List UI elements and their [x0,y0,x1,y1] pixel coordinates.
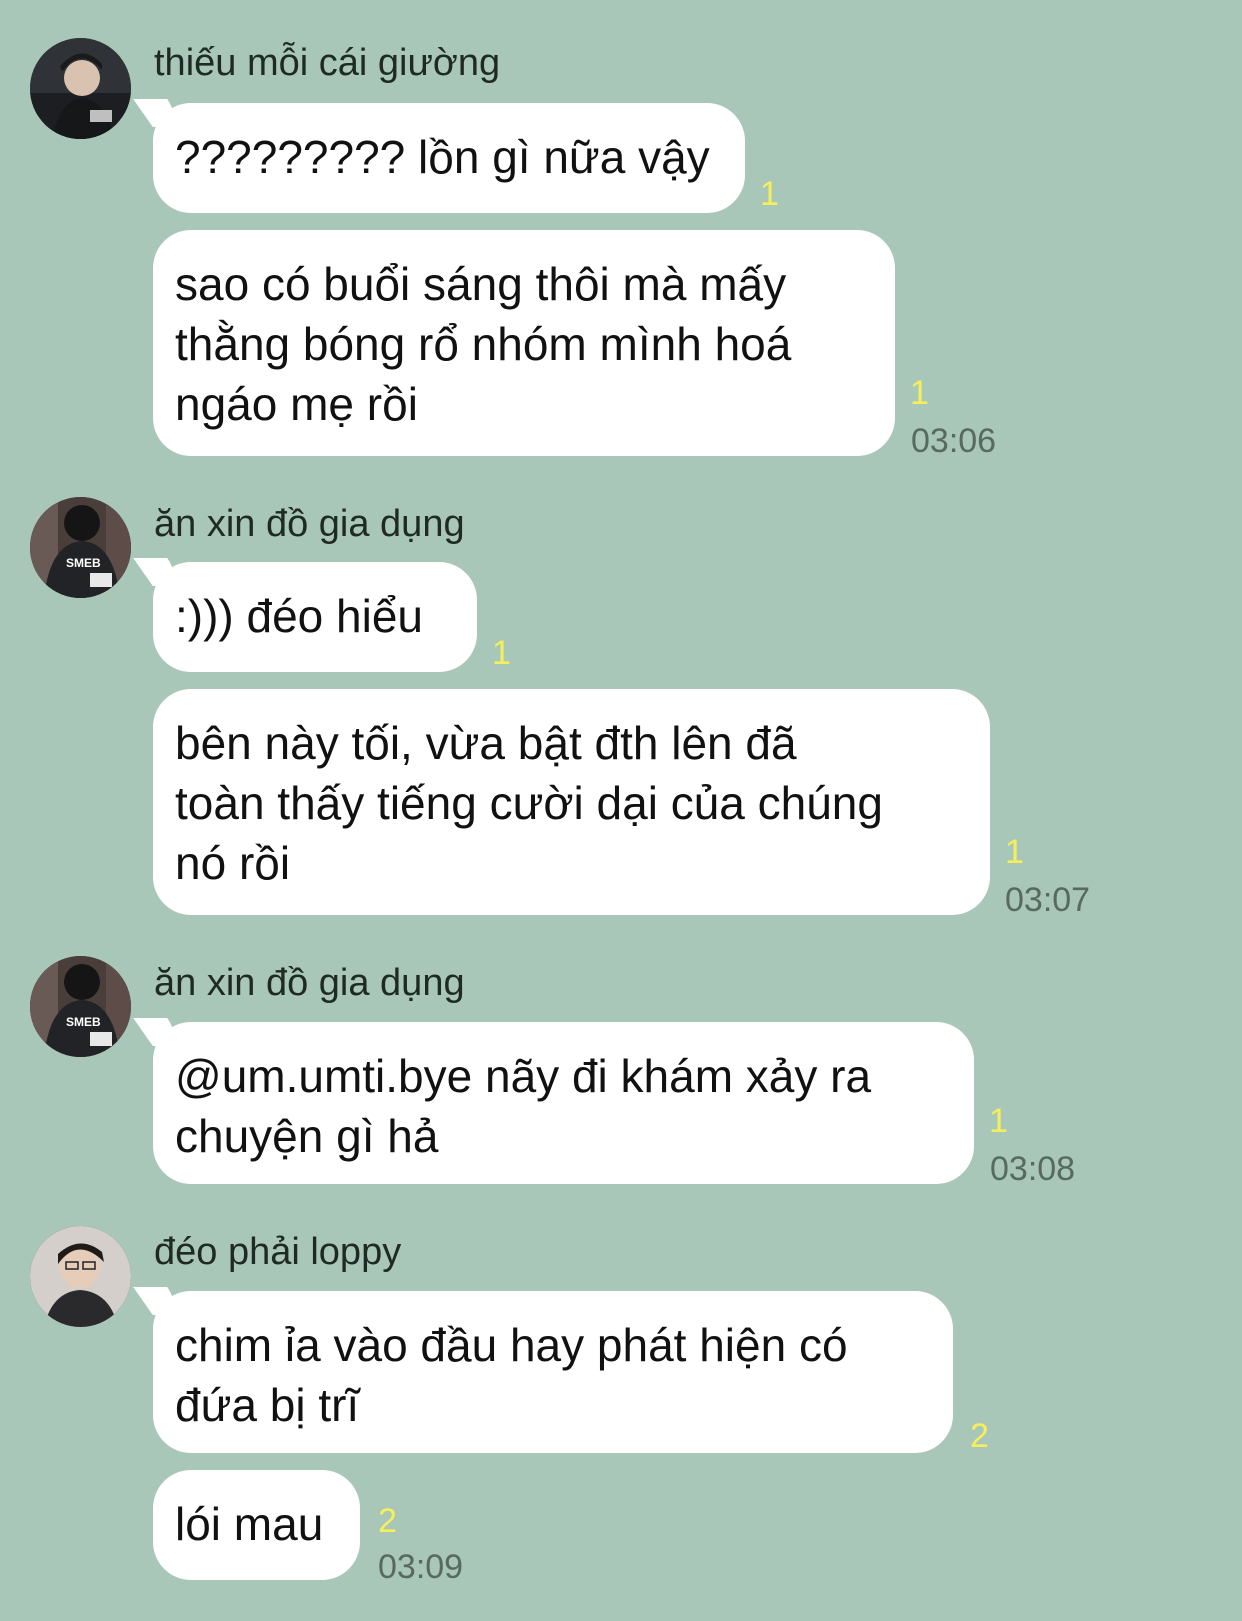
avatar[interactable]: SMEB [30,956,131,1057]
message-bubble[interactable]: ????????? lồn gì nữa vậy [153,103,745,213]
avatar-photo-icon [30,38,131,139]
avatar[interactable] [30,1226,131,1327]
read-count: 2 [378,1502,397,1540]
message-timestamp: 03:09 [378,1548,464,1586]
message-timestamp: 03:08 [990,1150,1076,1188]
message-timestamp: 03:06 [911,422,997,460]
avatar[interactable]: SMEB [30,497,131,598]
sender-name: thiếu mỗi cái giường [154,42,501,84]
message-bubble[interactable]: bên này tối, vừa bật đth lên đã toàn thấ… [153,689,990,915]
read-count: 1 [1005,833,1024,871]
sender-name: ăn xin đồ gia dụng [154,503,465,545]
read-count: 1 [760,175,779,213]
read-count: 1 [910,374,929,412]
message-bubble[interactable]: :))) đéo hiểu [153,562,477,672]
message-bubble[interactable]: chim ỉa vào đầu hay phát hiện có đứa bị … [153,1291,953,1453]
message-bubble[interactable]: @um.umti.bye nãy đi khám xảy ra chuyện g… [153,1022,974,1184]
message-bubble[interactable]: lói mau [153,1470,360,1580]
svg-text:SMEB: SMEB [66,1015,101,1029]
avatar[interactable] [30,38,131,139]
message-timestamp: 03:07 [1005,881,1091,919]
read-count: 1 [989,1102,1008,1140]
read-count: 2 [970,1417,989,1455]
avatar-photo-icon: SMEB [30,956,131,1057]
avatar-photo-icon [30,1226,131,1327]
avatar-photo-icon: SMEB [30,497,131,598]
svg-text:SMEB: SMEB [66,556,101,570]
sender-name: ăn xin đồ gia dụng [154,962,465,1004]
message-bubble[interactable]: sao có buổi sáng thôi mà mấy thằng bóng … [153,230,895,456]
read-count: 1 [492,634,511,672]
sender-name: đéo phải loppy [154,1231,402,1273]
